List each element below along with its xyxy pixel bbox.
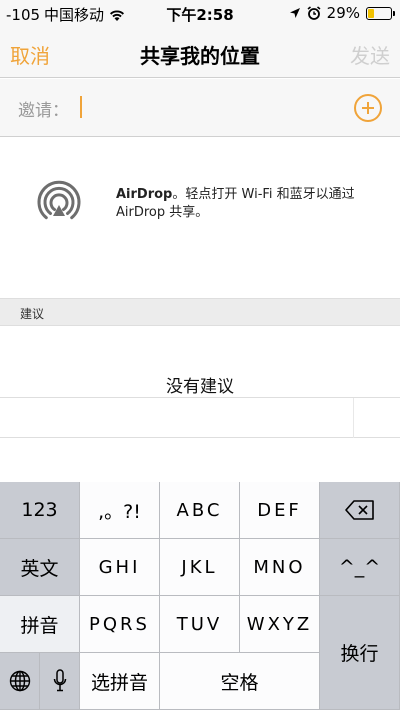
list-filler	[0, 438, 400, 482]
airdrop-description: AirDrop。轻点打开 Wi-Fi 和蓝牙以通过 AirDrop 共享。	[116, 186, 386, 222]
airdrop-section[interactable]: AirDrop。轻点打开 Wi-Fi 和蓝牙以通过 AirDrop 共享。	[0, 138, 400, 298]
navigation-bar: 取消 共享我的位置 发送	[0, 28, 400, 78]
suggestions-header-label: 建议	[20, 307, 45, 321]
battery-percent: 29%	[326, 4, 360, 22]
airdrop-icon	[37, 180, 81, 220]
airdrop-title: AirDrop	[116, 187, 173, 202]
pinyin-key[interactable]: 拼音	[0, 596, 80, 653]
invite-field-row[interactable]: 邀请：	[0, 79, 400, 137]
status-right: 29%	[289, 4, 395, 22]
empty-list-row	[0, 398, 400, 438]
numbers-key[interactable]: 123	[0, 482, 80, 539]
pqrs-key[interactable]: PQRS	[80, 596, 160, 653]
mno-key[interactable]: MNO	[240, 539, 320, 596]
def-key[interactable]: DEF	[240, 482, 320, 539]
abc-key[interactable]: ABC	[160, 482, 240, 539]
punctuation-key[interactable]: ,。?!	[80, 482, 160, 539]
ghi-key[interactable]: GHI	[80, 539, 160, 596]
globe-key[interactable]	[0, 653, 40, 710]
no-suggestions-row: 没有建议	[0, 326, 400, 398]
alarm-icon	[307, 6, 321, 20]
return-key[interactable]: 换行	[320, 596, 400, 710]
microphone-icon	[53, 669, 66, 692]
page-title: 共享我的位置	[140, 44, 260, 68]
battery-fill	[368, 8, 374, 18]
emoticon-key[interactable]: ^_^	[320, 539, 400, 596]
jkl-key[interactable]: JKL	[160, 539, 240, 596]
space-key[interactable]: 空格	[160, 653, 320, 710]
delete-key[interactable]	[320, 482, 400, 539]
backspace-icon	[344, 500, 374, 520]
english-key[interactable]: 英文	[0, 539, 80, 596]
send-button[interactable]: 发送	[350, 40, 390, 69]
keyboard: 123 ,。?! ABC DEF 英文 GHI JKL MNO ^_^ 拼音 P…	[0, 482, 400, 710]
location-arrow-icon	[289, 8, 300, 18]
no-suggestions-text: 没有建议	[166, 377, 234, 397]
battery-icon	[366, 6, 395, 20]
wxyz-key[interactable]: WXYZ	[240, 596, 320, 653]
invite-label: 邀请：	[18, 101, 69, 121]
tuv-key[interactable]: TUV	[160, 596, 240, 653]
suggestions-header: 建议	[0, 298, 400, 326]
status-bar: -105 中国移动 下午2:58 29%	[0, 0, 400, 28]
add-contact-icon[interactable]	[354, 94, 382, 122]
text-cursor	[80, 96, 82, 118]
dictation-key[interactable]	[40, 653, 80, 710]
select-pinyin-key[interactable]: 选拼音	[80, 653, 160, 710]
globe-icon	[9, 670, 30, 692]
